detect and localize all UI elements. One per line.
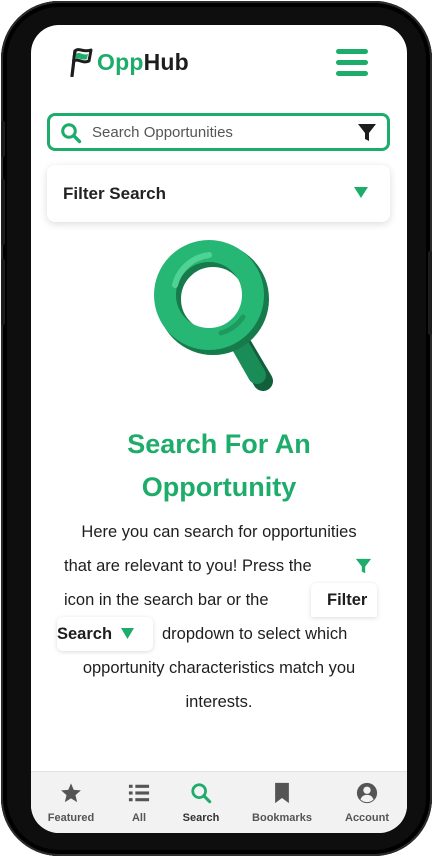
filter-funnel-icon[interactable]	[357, 123, 377, 143]
app-name-prefix: Opp	[97, 48, 144, 75]
nav-item-search[interactable]: Search	[166, 772, 236, 833]
phone-side-button	[1, 259, 5, 325]
para-line-text: icon in the search bar or the	[64, 591, 269, 609]
nav-label: Bookmarks	[252, 812, 312, 824]
filter-search-dropdown[interactable]: Filter Search	[47, 165, 390, 222]
pill-text: Search	[57, 625, 113, 643]
star-icon	[61, 783, 81, 803]
para-line: opportunity characteristics match you	[82, 659, 356, 677]
filter-funnel-icon	[355, 558, 372, 574]
phone-side-button	[428, 251, 432, 335]
para-line: icon in the search bar or the Filter	[31, 583, 407, 617]
phone-side-button	[1, 121, 5, 157]
para-line: Search dropdown to select which	[31, 617, 407, 651]
nav-item-bookmarks[interactable]: Bookmarks	[247, 772, 317, 833]
search-input[interactable]	[92, 119, 347, 145]
hamburger-menu-button[interactable]	[336, 49, 368, 77]
app-screen: OppHub Filter Search	[31, 25, 407, 833]
hamburger-line	[336, 60, 368, 65]
search-bar	[47, 113, 390, 151]
filter-search-pill-inline[interactable]: Filter	[311, 583, 377, 617]
nav-item-featured[interactable]: Featured	[36, 772, 106, 833]
nav-item-account[interactable]: Account	[332, 772, 402, 833]
app-name-suffix: Hub	[143, 48, 189, 75]
caret-down-icon	[120, 628, 134, 639]
para-line: interests.	[185, 693, 253, 711]
flag-logo-icon	[70, 48, 93, 77]
nav-label: Featured	[47, 812, 95, 824]
title-line-1: Search For An	[127, 429, 311, 459]
nav-label: Account	[345, 812, 389, 824]
app-name: OppHub	[97, 49, 189, 76]
bookmark-icon	[275, 782, 289, 804]
phone-frame: OppHub Filter Search	[1, 1, 432, 856]
filter-search-pill-inline[interactable]: Search	[57, 617, 153, 651]
app-logo[interactable]: OppHub	[69, 47, 189, 77]
hamburger-line	[336, 49, 368, 54]
para-line: Here you can search for opportunities	[81, 523, 357, 541]
nav-item-all[interactable]: All	[104, 772, 174, 833]
account-icon	[356, 782, 378, 804]
para-line: that are relevant to you! Press the	[31, 549, 407, 583]
bottom-navigation: Featured All Search Bookmarks Account	[31, 771, 407, 833]
para-line-text: dropdown to select which	[162, 625, 348, 643]
search-icon	[191, 783, 212, 804]
nav-label: All	[131, 812, 147, 824]
search-icon	[61, 123, 82, 144]
filter-search-label: Filter Search	[63, 184, 166, 203]
list-icon	[128, 784, 150, 802]
para-line-text: that are relevant to you! Press the	[64, 557, 312, 575]
nav-label: Search	[182, 812, 220, 824]
phone-side-button	[1, 179, 5, 245]
hamburger-line	[336, 71, 368, 76]
magnifier-illustration-icon	[154, 240, 273, 391]
caret-down-icon	[354, 187, 368, 198]
page-title: Search For An Opportunity	[31, 423, 407, 509]
title-line-2: Opportunity	[141, 472, 297, 502]
